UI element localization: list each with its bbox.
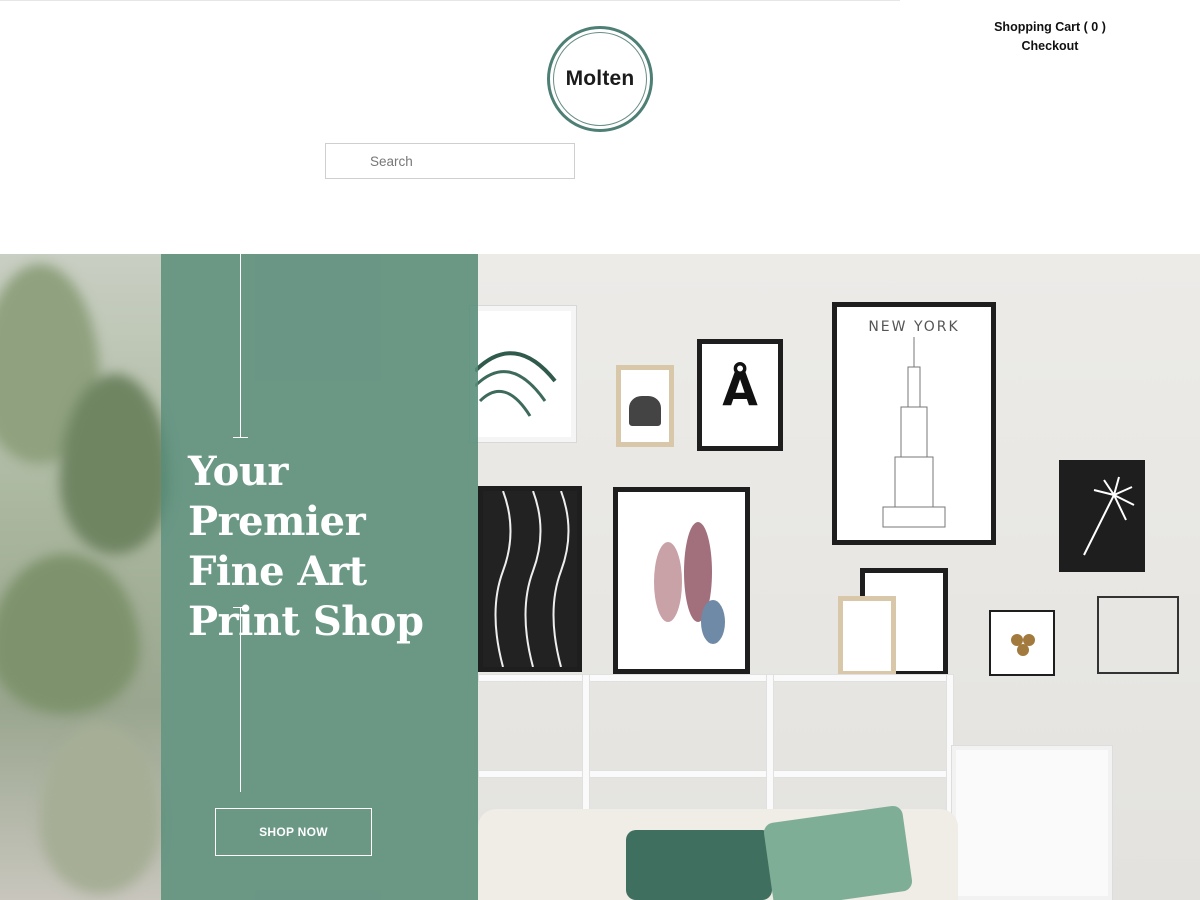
hero-text-panel: Your Premier Fine Art Print Shop SHOP NO… [161, 254, 478, 900]
search-box [325, 143, 575, 179]
shopping-cart-link[interactable]: Shopping Cart ( 0 ) [980, 18, 1120, 37]
map-print-frame [952, 746, 1112, 900]
hero-headline: Your Premier Fine Art Print Shop [188, 448, 424, 645]
top-line-tick [233, 437, 248, 438]
letter-print-text: Å [722, 362, 758, 416]
cart-links: Shopping Cart ( 0 ) Checkout [980, 18, 1120, 56]
checkout-link[interactable]: Checkout [980, 37, 1120, 56]
hero-banner: Å NEW YORK Your Premier Fine Art Print S… [0, 254, 1200, 900]
logo-text: Molten [565, 67, 635, 90]
blurred-plant-area [0, 254, 170, 900]
search-input[interactable] [370, 144, 570, 178]
bottom-vertical-line [240, 607, 241, 792]
small-tree-print-frame [616, 365, 674, 447]
logo[interactable]: Molten [547, 26, 653, 132]
palm-leaf-print-frame [1059, 460, 1145, 572]
plant-print-frame [470, 306, 576, 442]
top-vertical-line [240, 254, 241, 437]
top-divider [0, 0, 900, 1]
shop-now-button[interactable]: SHOP NOW [215, 808, 372, 856]
cactus-print-frame [613, 487, 750, 674]
dots-print-frame [989, 610, 1055, 676]
green-pillow [626, 830, 772, 900]
new-york-poster-frame: NEW YORK [832, 302, 996, 545]
letter-print-frame: Å [697, 339, 783, 451]
mountain-print-frame [838, 596, 896, 676]
wave-print-frame [478, 486, 582, 672]
wire-shelf-box [1097, 596, 1179, 674]
